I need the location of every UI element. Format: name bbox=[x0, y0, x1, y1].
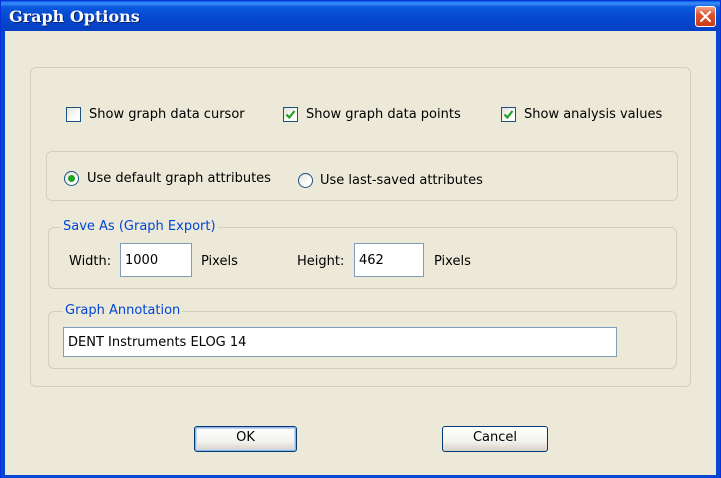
check-mark-icon bbox=[285, 110, 296, 120]
cancel-button[interactable]: Cancel bbox=[442, 426, 548, 452]
width-field[interactable] bbox=[120, 243, 192, 277]
show-points-checkbox[interactable] bbox=[283, 107, 298, 122]
ok-button[interactable]: OK bbox=[194, 426, 297, 452]
annotation-field[interactable] bbox=[63, 327, 617, 357]
width-unit-label: Pixels bbox=[201, 254, 238, 269]
use-default-label[interactable]: Use default graph attributes bbox=[87, 171, 271, 187]
use-default-radio[interactable] bbox=[64, 171, 79, 186]
left-border bbox=[1, 31, 5, 478]
show-points-label[interactable]: Show graph data points bbox=[306, 107, 461, 123]
window-title: Graph Options bbox=[9, 7, 140, 26]
graph-options-dialog: Graph Options Show graph data cursor Sho… bbox=[0, 0, 721, 478]
close-button[interactable] bbox=[695, 6, 716, 27]
width-label: Width: bbox=[69, 254, 112, 269]
use-last-saved-radio[interactable] bbox=[298, 173, 313, 188]
height-unit-label: Pixels bbox=[434, 254, 471, 269]
show-analysis-label[interactable]: Show analysis values bbox=[524, 107, 662, 123]
show-analysis-checkbox[interactable] bbox=[501, 107, 516, 122]
show-cursor-label[interactable]: Show graph data cursor bbox=[89, 107, 245, 123]
height-label: Height: bbox=[297, 254, 345, 269]
right-border bbox=[716, 31, 720, 478]
use-last-saved-label[interactable]: Use last-saved attributes bbox=[320, 173, 483, 189]
radio-selected-dot bbox=[68, 175, 75, 182]
show-cursor-checkbox[interactable] bbox=[66, 107, 81, 122]
height-field[interactable] bbox=[354, 243, 424, 277]
title-bar[interactable]: Graph Options bbox=[1, 1, 720, 31]
check-mark-icon bbox=[503, 110, 514, 120]
close-x-icon bbox=[700, 11, 711, 22]
save-as-legend: Save As (Graph Export) bbox=[61, 219, 218, 234]
annotation-legend: Graph Annotation bbox=[63, 303, 183, 318]
